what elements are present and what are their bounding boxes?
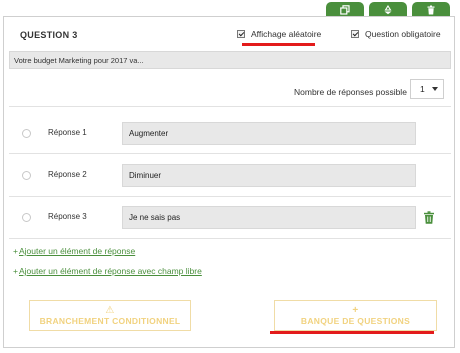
responses-count-label: Nombre de réponses possible <box>294 87 407 97</box>
answer-input[interactable]: Diminuer <box>122 164 416 187</box>
add-free-answer-label: Ajouter un élément de réponse avec champ… <box>18 266 202 276</box>
answer-row: Réponse 2 Diminuer <box>4 164 456 188</box>
duplicate-icon <box>340 4 350 15</box>
answer-label: Réponse 1 <box>48 128 87 137</box>
add-free-answer-link[interactable]: +Ajouter un élément de réponse avec cham… <box>13 266 202 276</box>
plus-icon: + <box>13 266 18 276</box>
answer-label: Réponse 3 <box>48 212 87 221</box>
highlight-underline <box>242 43 315 46</box>
answer-row: Réponse 3 Je ne sais pas <box>4 206 456 230</box>
divider <box>9 238 451 239</box>
recycle-icon <box>384 4 392 14</box>
recycle-tab[interactable] <box>369 2 407 17</box>
question-text-input[interactable]: Votre budget Marketing pour 2017 va... <box>9 51 451 69</box>
question-card: QUESTION 3 Affichage aléatoire Question … <box>3 16 455 348</box>
question-title: QUESTION 3 <box>20 30 78 40</box>
responses-count-select[interactable]: 1 <box>410 79 444 99</box>
branch-icon: ⚠ <box>105 304 115 316</box>
answer-radio[interactable] <box>22 171 31 180</box>
checkbox-checked-icon[interactable] <box>237 30 245 38</box>
conditional-branching-button[interactable]: ⚠ BRANCHEMENT CONDITIONNEL <box>29 300 191 331</box>
checkbox-checked-icon[interactable] <box>351 30 359 38</box>
answer-input[interactable]: Je ne sais pas <box>122 206 416 229</box>
random-display-checkbox[interactable]: Affichage aléatoire <box>237 29 321 39</box>
plus-icon: + <box>352 304 359 316</box>
chevron-down-icon <box>432 87 438 91</box>
add-answer-link[interactable]: +Ajouter un élément de réponse <box>13 246 135 256</box>
question-tabs <box>326 2 450 17</box>
trash-icon <box>427 5 435 14</box>
required-label: Question obligatoire <box>365 29 441 39</box>
plus-icon: + <box>13 246 18 256</box>
add-answer-label: Ajouter un élément de réponse <box>18 246 136 256</box>
highlight-underline <box>270 331 434 334</box>
answer-radio[interactable] <box>22 213 31 222</box>
divider <box>9 196 451 197</box>
answer-label: Réponse 2 <box>48 170 87 179</box>
divider <box>9 106 451 107</box>
delete-tab[interactable] <box>412 2 450 17</box>
delete-answer-icon[interactable] <box>423 211 435 224</box>
branch-button-label: BRANCHEMENT CONDITIONNEL <box>39 315 181 326</box>
question-bank-button[interactable]: + BANQUE DE QUESTIONS <box>274 300 437 331</box>
duplicate-tab[interactable] <box>326 2 364 17</box>
responses-count-value: 1 <box>420 84 425 94</box>
random-display-label: Affichage aléatoire <box>251 29 322 39</box>
divider <box>9 153 451 154</box>
bank-button-label: BANQUE DE QUESTIONS <box>300 315 411 326</box>
answer-radio[interactable] <box>22 129 31 138</box>
answer-row: Réponse 1 Augmenter <box>4 122 456 146</box>
required-checkbox[interactable]: Question obligatoire <box>351 29 441 39</box>
answer-input[interactable]: Augmenter <box>122 122 416 145</box>
